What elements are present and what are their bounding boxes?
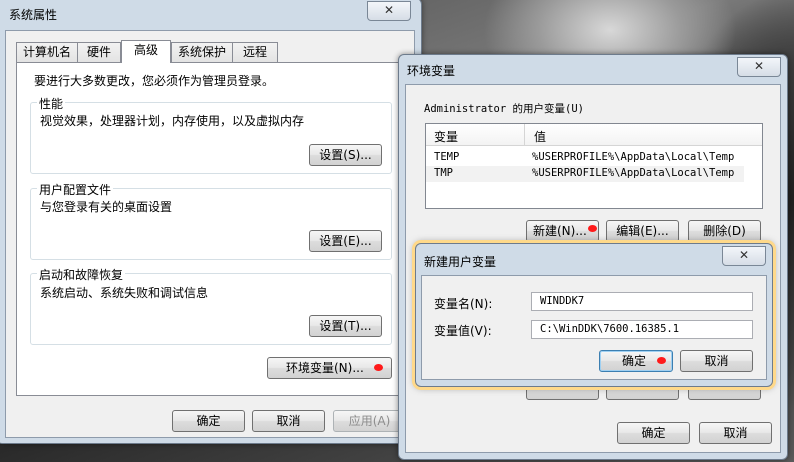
variable-value-field[interactable]: C:\WinDDK\7600.16385.1 [531, 320, 753, 339]
tab-hardware[interactable]: 硬件 [77, 42, 121, 62]
click-marker [374, 364, 383, 371]
click-marker [588, 225, 597, 232]
variable-name: TEMP [434, 151, 460, 163]
group-title: 用户配置文件 [37, 181, 114, 198]
variable-name: TMP [434, 167, 453, 179]
tab-advanced[interactable]: 高级 [121, 40, 171, 63]
window-title: 新建用户变量 [424, 255, 497, 269]
delete-variable-button[interactable]: 删除(D) [688, 220, 761, 242]
tab-remote[interactable]: 远程 [232, 42, 278, 62]
ok-button[interactable]: 确定 [172, 410, 245, 432]
close-button[interactable]: ✕ [367, 1, 411, 21]
button-label: 新建(N)... [533, 224, 587, 238]
tab-system-protection[interactable]: 系统保护 [171, 42, 233, 62]
new-variable-button[interactable]: 新建(N)... [526, 220, 599, 242]
variable-name-field[interactable]: WINDDK7 [531, 292, 753, 311]
window-title: 系统属性 [9, 8, 58, 22]
list-item[interactable]: TEMP %USERPROFILE%\AppData\Local\Temp [426, 150, 762, 166]
startup-recovery-desc: 系统启动、系统失败和调试信息 [40, 286, 209, 300]
environment-variables-button[interactable]: 环境变量(N)... [267, 357, 392, 379]
user-variables-group-title: Administrator 的用户变量(U) [424, 103, 584, 115]
cancel-button[interactable]: 取消 [252, 410, 325, 432]
variable-value: %USERPROFILE%\AppData\Local\Temp [532, 167, 735, 179]
close-button[interactable]: ✕ [737, 57, 781, 77]
performance-desc: 视觉效果，处理器计划，内存使用，以及虚拟内存 [40, 114, 305, 128]
variable-name-label: 变量名(N): [434, 297, 493, 311]
variable-value: %USERPROFILE%\AppData\Local\Temp [532, 151, 735, 163]
button-label: 环境变量(N)... [286, 361, 364, 375]
click-marker [657, 357, 666, 364]
close-button[interactable]: ✕ [722, 246, 766, 266]
user-profiles-settings-button[interactable]: 设置(E)... [309, 230, 382, 252]
variable-value-label: 变量值(V): [434, 324, 492, 338]
user-variables-list[interactable]: 变量 值 TEMP %USERPROFILE%\AppData\Local\Te… [425, 123, 763, 209]
button-label: 确定 [622, 354, 647, 368]
performance-settings-button[interactable]: 设置(S)... [309, 144, 382, 166]
column-header-value[interactable]: 值 [534, 128, 546, 145]
group-title: 性能 [37, 95, 66, 112]
ok-button[interactable]: 确定 [599, 350, 673, 372]
admin-note: 要进行大多数更改，您必须作为管理员登录。 [34, 74, 275, 88]
tab-computer-name[interactable]: 计算机名 [16, 42, 78, 62]
column-divider [524, 124, 525, 146]
cancel-button[interactable]: 取消 [699, 422, 772, 444]
list-header: 变量 值 [426, 124, 762, 146]
cancel-button[interactable]: 取消 [680, 350, 753, 372]
edit-variable-button[interactable]: 编辑(E)... [606, 220, 679, 242]
apply-button[interactable]: 应用(A) [333, 410, 406, 432]
window-title: 环境变量 [407, 64, 456, 78]
startup-recovery-settings-button[interactable]: 设置(T)... [309, 315, 382, 337]
ok-button[interactable]: 确定 [617, 422, 690, 444]
user-profiles-desc: 与您登录有关的桌面设置 [40, 200, 173, 214]
group-title: 启动和故障恢复 [37, 266, 126, 283]
column-header-variable[interactable]: 变量 [434, 128, 458, 145]
list-item[interactable]: TMP %USERPROFILE%\AppData\Local\Temp [426, 166, 744, 182]
